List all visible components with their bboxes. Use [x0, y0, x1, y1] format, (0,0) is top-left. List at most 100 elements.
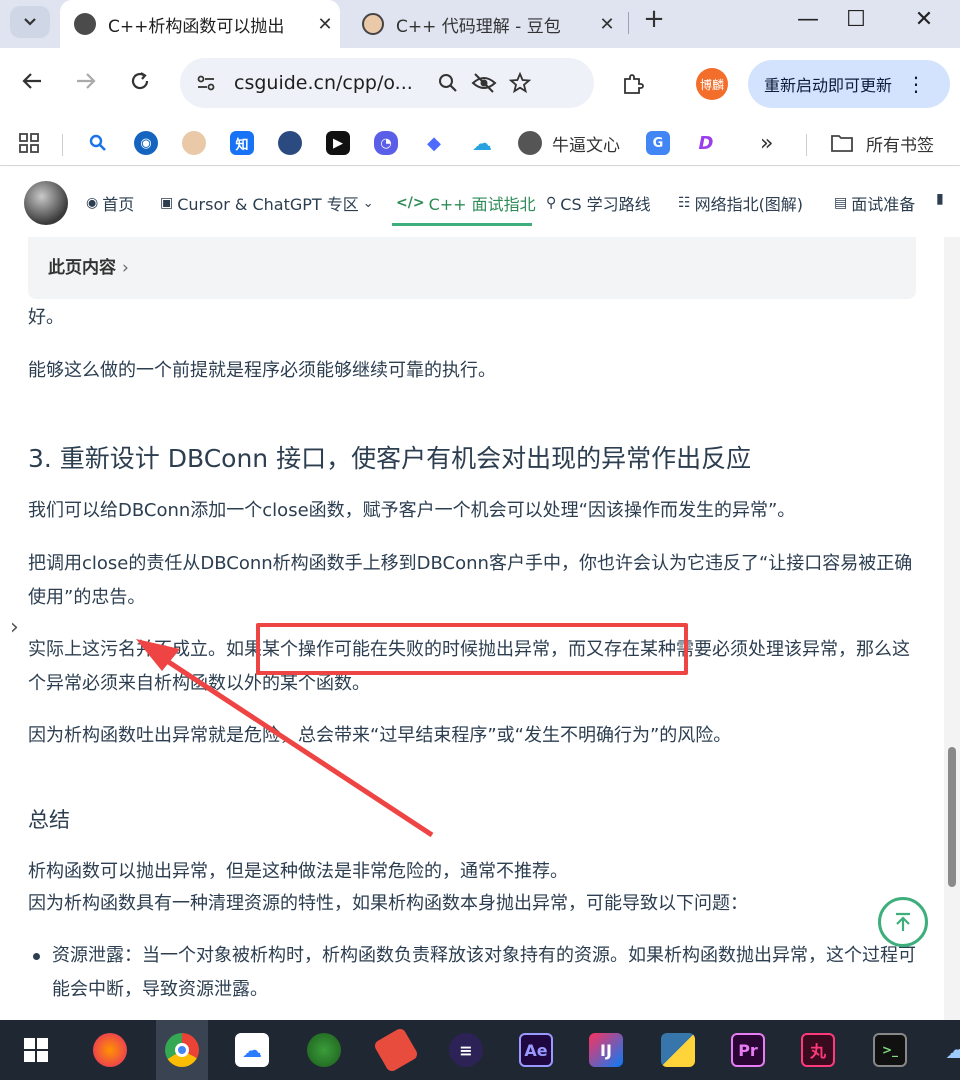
nav-item-label: C++ 面试指北: [428, 195, 536, 214]
site-logo[interactable]: [24, 181, 68, 225]
globe-icon: [307, 1033, 341, 1067]
tab-divider: [628, 12, 629, 34]
maximize-button[interactable]: ☐: [832, 4, 880, 36]
taskbar-intellij[interactable]: IJ: [584, 1028, 628, 1072]
address-bar[interactable]: csguide.cn/cpp/o...: [180, 58, 594, 108]
arrow-right-icon: [77, 73, 96, 89]
reload-button[interactable]: [122, 66, 158, 102]
taskbar-python[interactable]: [656, 1028, 700, 1072]
bookmark-d[interactable]: D: [694, 128, 718, 158]
doc-icon: ▮: [936, 191, 944, 207]
site-info-icon[interactable]: [192, 69, 220, 97]
chrome-icon: [165, 1033, 199, 1067]
d-logo-icon: D: [698, 132, 714, 154]
taskbar-onedrive[interactable]: ☁: [936, 1028, 960, 1072]
profile-avatar[interactable]: 博麟: [696, 68, 728, 100]
chevron-down-icon: [24, 18, 36, 26]
pencil-icon: [372, 1026, 420, 1074]
taskbar-download[interactable]: [302, 1028, 346, 1072]
bookmark-cloud[interactable]: ☁: [470, 128, 494, 158]
taskbar-terminal[interactable]: >_: [868, 1028, 912, 1072]
bookmark-play[interactable]: ▶: [326, 128, 350, 158]
chevron-down-icon: ⌄: [362, 195, 374, 211]
bookmark-circle[interactable]: [278, 128, 302, 158]
annotation-arrow: [136, 639, 434, 838]
taskbar-firefox[interactable]: [88, 1028, 132, 1072]
puzzle-icon: [624, 74, 644, 94]
pr-icon: Pr: [731, 1033, 765, 1067]
globe-icon: [518, 131, 542, 155]
bookmark-search[interactable]: [86, 128, 110, 158]
search-icon[interactable]: [430, 65, 466, 101]
taskbar-premiere[interactable]: Pr: [726, 1028, 770, 1072]
bookmark-avatar[interactable]: [182, 128, 206, 158]
back-to-top-button[interactable]: [878, 897, 928, 947]
tab-search-button[interactable]: [10, 6, 50, 38]
site-navbar: ◉ 首页 ▣ Cursor & ChatGPT 专区 ⌄ </> C++ 面试指…: [0, 167, 960, 237]
bookmark-deepseek[interactable]: ◆: [422, 128, 446, 158]
tab-strip: C++析构函数可以抛出 ✕ C++ 代码理解 - 豆包 ✕ + — ☐ ✕: [0, 0, 960, 48]
close-icon[interactable]: ✕: [310, 14, 340, 35]
all-bookmarks-button[interactable]: 所有书签: [830, 128, 934, 158]
bookmark-label: 牛逼文心: [552, 135, 620, 156]
all-bookmarks-label: 所有书签: [866, 135, 934, 156]
taskbar-maruko[interactable]: 丸: [796, 1028, 840, 1072]
bookmark-zhihu[interactable]: 知: [230, 128, 254, 158]
cloud-icon: ☁: [235, 1033, 269, 1067]
tab-csguide[interactable]: C++析构函数可以抛出 ✕: [60, 0, 340, 48]
nav-item-cpp[interactable]: </> C++ 面试指北: [396, 191, 536, 215]
active-nav-underline: [392, 223, 532, 226]
nav-item-cs-route[interactable]: ⚲ CS 学习路线: [546, 191, 651, 215]
nav-item-label: 首页: [102, 195, 135, 214]
bookmarks-bar: ◉ 知 ▶ ◔ ◆ ☁ 牛逼文心 G D » 所有书签: [0, 120, 960, 166]
zhihu-icon: 知: [230, 131, 254, 155]
bookmark-rss[interactable]: ◉: [134, 128, 158, 158]
update-button[interactable]: 重新启动即可更新 ⋮: [748, 60, 950, 108]
taskbar-notes[interactable]: [372, 1026, 420, 1074]
nav-item-cursor-chatgpt[interactable]: ▣ Cursor & ChatGPT 专区 ⌄: [160, 191, 374, 215]
nav-item-interview[interactable]: ▤ 面试准备: [834, 191, 915, 215]
tab-doubao[interactable]: C++ 代码理解 - 豆包 ✕: [352, 0, 622, 48]
extensions-button[interactable]: [616, 68, 650, 100]
window-close-button[interactable]: ✕: [900, 4, 948, 36]
bookmark-divider: [806, 134, 807, 156]
eye-off-icon[interactable]: [466, 65, 502, 101]
back-button[interactable]: [14, 66, 50, 102]
more-bookmarks-button[interactable]: »: [760, 128, 773, 158]
start-button[interactable]: [14, 1028, 58, 1072]
bookmark-wenxin[interactable]: 牛逼文心: [518, 128, 620, 158]
terminal-icon: >_: [873, 1033, 907, 1067]
bookmark-translate[interactable]: G: [646, 128, 670, 158]
network-icon: ☷: [678, 195, 691, 211]
folder-icon: [831, 135, 853, 152]
taskbar-eclipse[interactable]: ≡: [444, 1028, 488, 1072]
rss-icon: ◉: [134, 131, 158, 155]
nav-item-network[interactable]: ☷ 网络指北(图解): [678, 191, 803, 215]
menu-icon[interactable]: ⋮: [906, 72, 926, 96]
ij-icon: IJ: [589, 1033, 623, 1067]
nav-item-more[interactable]: ▮: [936, 191, 948, 207]
close-icon[interactable]: ✕: [592, 14, 622, 35]
nav-item-home[interactable]: ◉ 首页: [86, 191, 134, 215]
bookmark-game[interactable]: ◔: [374, 128, 398, 158]
nav-item-label: Cursor & ChatGPT 专区: [177, 195, 359, 214]
robot-icon: ▣: [160, 195, 174, 211]
taskbar-chrome[interactable]: [160, 1028, 204, 1072]
taskbar-baidu-netdisk[interactable]: ☁: [230, 1028, 274, 1072]
tab-title: C++析构函数可以抛出: [108, 16, 285, 37]
url-text[interactable]: csguide.cn/cpp/o...: [234, 72, 430, 94]
windows-icon: [24, 1038, 48, 1062]
page-scrollbar[interactable]: [944, 237, 960, 1020]
forward-button[interactable]: [68, 66, 104, 102]
avatar-icon: [182, 131, 206, 155]
compass-icon: ◉: [86, 195, 99, 211]
star-icon[interactable]: [502, 65, 538, 101]
taskbar-after-effects[interactable]: Ae: [514, 1028, 558, 1072]
nav-item-label: 网络指北(图解): [694, 195, 804, 214]
arrow-up-icon: [896, 912, 910, 931]
scroll-thumb[interactable]: [948, 747, 956, 887]
apps-icon[interactable]: [18, 128, 40, 158]
new-tab-button[interactable]: +: [640, 4, 668, 34]
minimize-button[interactable]: —: [784, 4, 832, 36]
eclipse-icon: ≡: [449, 1033, 483, 1067]
